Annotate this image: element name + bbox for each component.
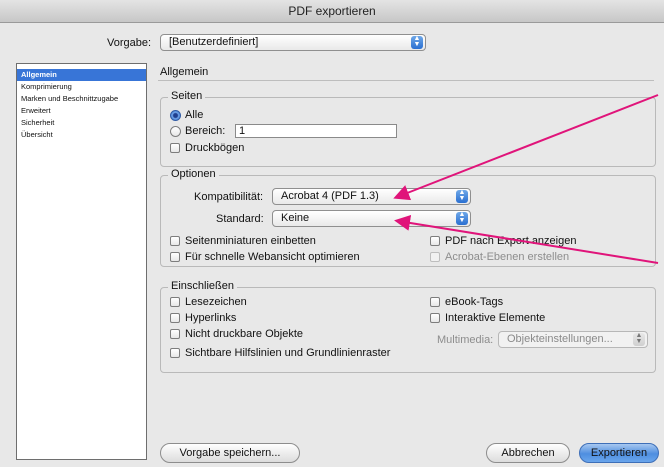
annotation-arrows bbox=[393, 94, 659, 264]
annotation-arrow-compat bbox=[393, 94, 659, 201]
annotation-arrow-standard bbox=[394, 215, 659, 264]
